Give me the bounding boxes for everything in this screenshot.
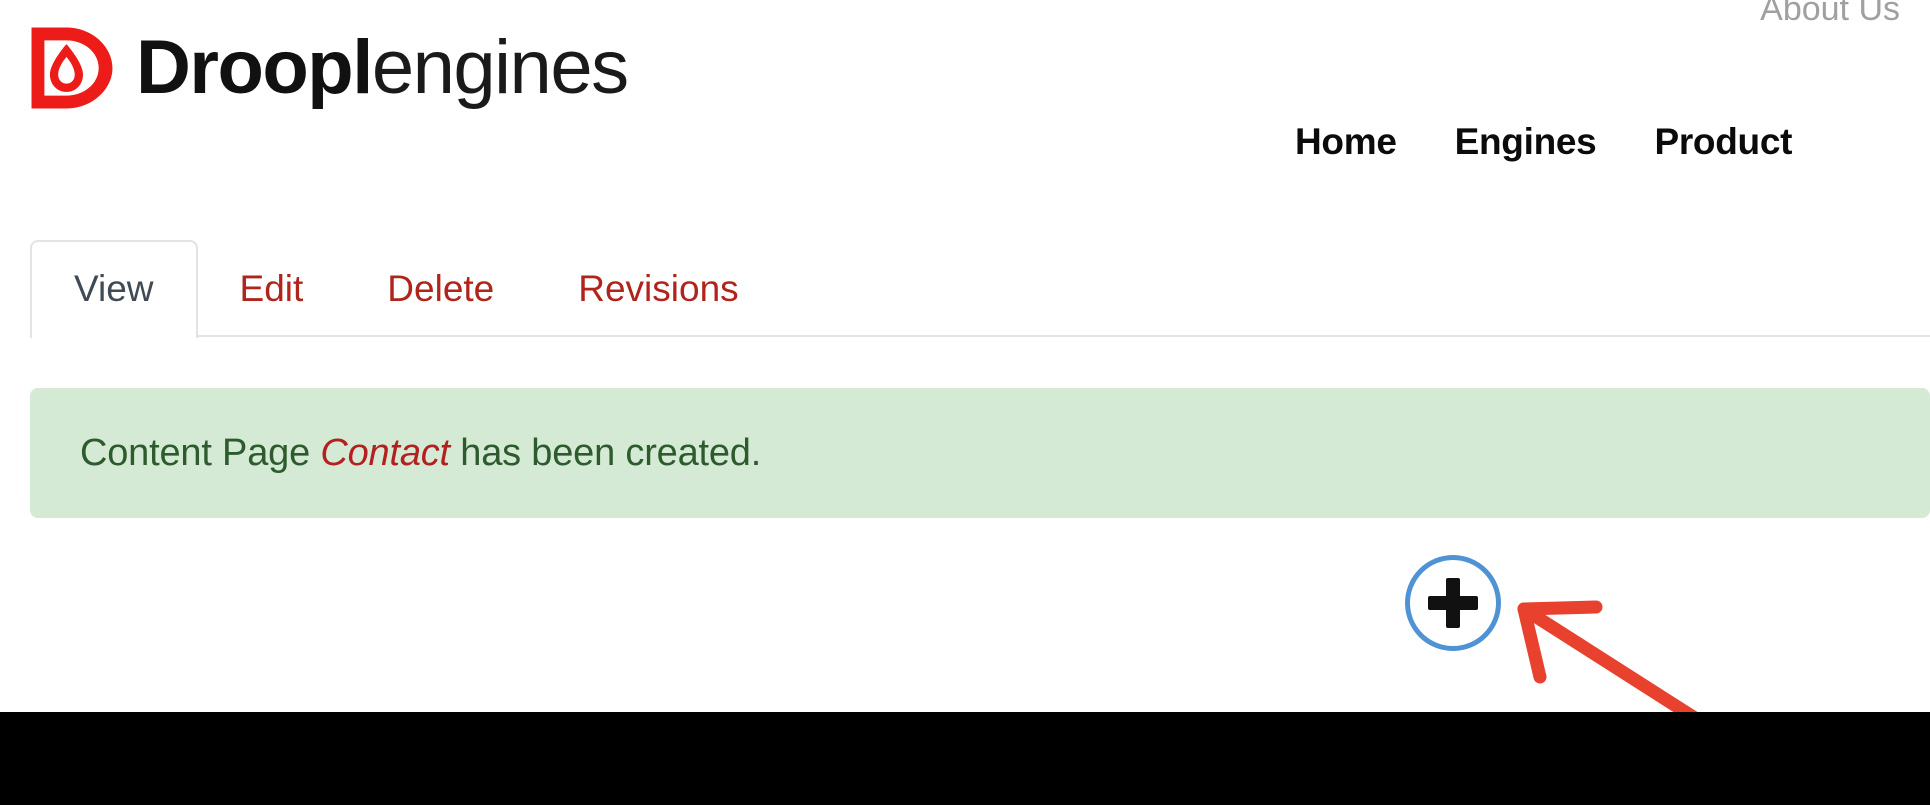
site-logo-wordmark: Drooplengines <box>136 30 629 106</box>
status-message: Content Page Contact has been created. <box>30 388 1930 518</box>
tabs-list: View Edit Delete Revisions <box>30 237 781 339</box>
tab-revisions[interactable]: Revisions <box>536 270 780 337</box>
droplet-d-logo-icon <box>31 27 113 109</box>
nav-item-product[interactable]: Product <box>1654 121 1792 163</box>
tab-view[interactable]: View <box>30 240 198 339</box>
utility-nav-item-about-us[interactable]: About Us <box>1760 0 1900 29</box>
status-message-text: Content Page Contact has been created. <box>30 432 761 475</box>
main-navigation: Home Engines Product <box>1295 121 1792 163</box>
status-message-prefix: Content Page <box>80 431 321 474</box>
messages-region: Content Page Contact has been created. <box>30 388 1930 518</box>
status-message-entity-link[interactable]: Contact <box>320 432 450 474</box>
site-logo[interactable]: Drooplengines <box>26 22 629 114</box>
nav-item-home[interactable]: Home <box>1295 121 1397 163</box>
nav-item-engines[interactable]: Engines <box>1455 121 1597 163</box>
add-content-button[interactable] <box>1405 555 1501 651</box>
tab-edit[interactable]: Edit <box>198 270 346 337</box>
tab-delete[interactable]: Delete <box>345 270 536 337</box>
utility-navigation: About Us <box>1760 0 1900 29</box>
site-footer <box>0 712 1930 805</box>
logo-word-bold: Droopl <box>136 25 373 110</box>
status-message-suffix: has been created. <box>449 431 762 474</box>
logo-word-light: engines <box>371 25 629 110</box>
plus-icon <box>1428 578 1478 628</box>
site-header: Drooplengines About Us Home Engines Prod… <box>0 0 1930 185</box>
local-task-tabs: View Edit Delete Revisions <box>0 185 1930 339</box>
